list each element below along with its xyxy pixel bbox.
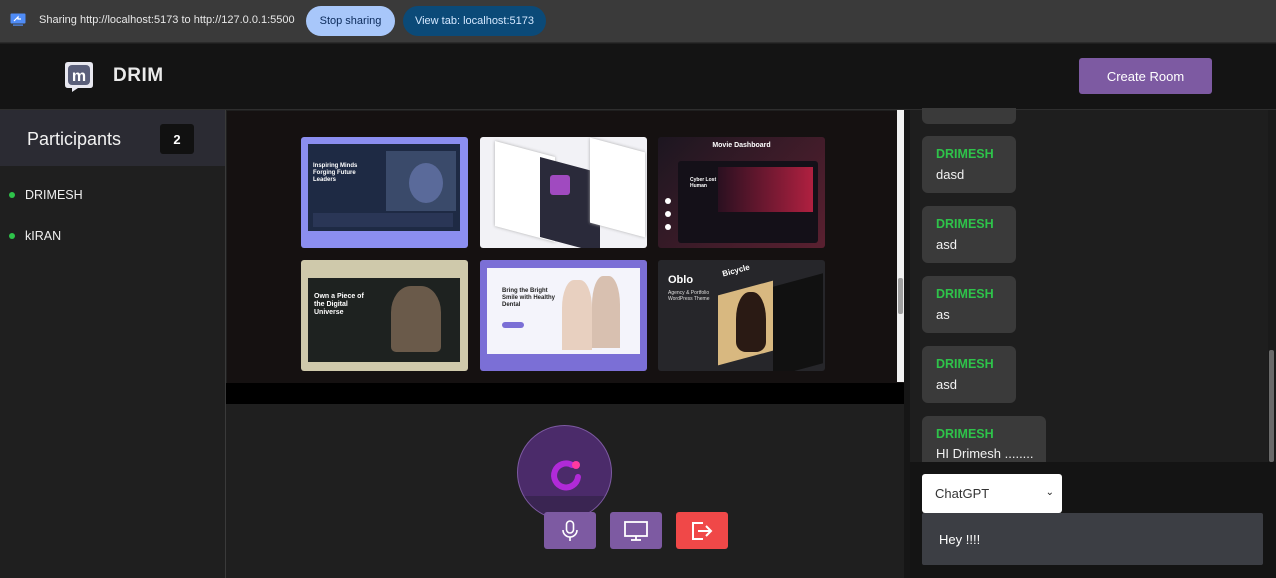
sharing-status-text: Sharing http://localhost:5173 to http://… xyxy=(39,14,295,26)
participant-item: DRIMESH xyxy=(9,188,83,202)
shared-thumbnail: Inspiring Minds Forging Future Leaders xyxy=(301,137,468,248)
chat-message: DRIMESH asd xyxy=(922,346,1016,403)
monitor-icon xyxy=(624,520,648,541)
message-author: DRIMESH xyxy=(936,427,994,441)
brand-name: DRIM xyxy=(113,65,164,86)
chat-scrollbar[interactable] xyxy=(1268,110,1276,462)
exit-icon xyxy=(692,521,713,540)
microphone-icon xyxy=(562,519,578,541)
message-text: asd xyxy=(936,377,957,392)
message-author: DRIMESH xyxy=(936,217,994,231)
leave-room-button[interactable] xyxy=(676,512,728,549)
thumb-headline: Bring the Bright Smile with Healthy Dent… xyxy=(502,288,556,308)
thumb-subtitle: Cyber Lost Human xyxy=(690,177,717,189)
participant-item: kIRAN xyxy=(9,229,61,243)
chat-input-value: Hey !!!! xyxy=(939,531,981,547)
chat-scrollbar-thumb[interactable] xyxy=(1269,350,1274,462)
user-avatar xyxy=(517,425,612,520)
microphone-button[interactable] xyxy=(544,512,596,549)
thumb-headline: Inspiring Minds Forging Future Leaders xyxy=(313,163,358,183)
message-author: DRIMESH xyxy=(936,357,994,371)
participants-title: Participants xyxy=(27,129,122,149)
message-text: asd xyxy=(936,237,957,252)
shared-thumbnail: Oblo Agency & Portfolio WordPress Theme … xyxy=(658,260,825,371)
shared-thumbnail: Bring the Bright Smile with Healthy Dent… xyxy=(480,260,647,371)
stop-sharing-button[interactable]: Stop sharing xyxy=(306,6,395,36)
chevron-down-icon: ⌄ xyxy=(1045,487,1054,498)
ai-model-select[interactable]: ChatGPT ⌄ xyxy=(922,474,1062,513)
view-tab-button[interactable]: View tab: localhost:5173 xyxy=(403,6,546,36)
chat-message-partial xyxy=(922,108,1016,124)
thumb-headline: Movie Dashboard xyxy=(712,142,771,149)
shared-thumbnail xyxy=(480,137,647,248)
chat-message-input[interactable]: Hey !!!! xyxy=(922,513,1263,565)
svg-text:m: m xyxy=(72,68,86,85)
thumb-extra: Bicycle xyxy=(721,262,751,279)
screen-share-icon xyxy=(10,13,26,26)
screen-scrollbar[interactable] xyxy=(897,110,904,382)
chat-message: DRIMESH asd xyxy=(922,206,1016,263)
shared-thumbnail: Movie Dashboard Cyber Lost Human xyxy=(658,137,825,248)
create-room-button[interactable]: Create Room xyxy=(1079,58,1212,94)
chat-message: DRIMESH HI Drimesh ........ xyxy=(922,416,1046,462)
app-logo-icon[interactable]: m xyxy=(62,59,96,93)
participants-count-badge: 2 xyxy=(160,124,194,154)
thumb-subtitle: Agency & Portfolio WordPress Theme xyxy=(668,290,710,302)
participant-name: DRIMESH xyxy=(25,188,83,202)
participants-header: Participants 2 xyxy=(0,110,225,166)
chat-message: DRIMESH dasd xyxy=(922,136,1016,193)
online-status-icon xyxy=(9,192,15,198)
app-header: m DRIM Create Room xyxy=(0,44,1276,110)
participant-name: kIRAN xyxy=(25,229,62,243)
ai-model-selected: ChatGPT xyxy=(935,486,990,501)
message-text: as xyxy=(936,307,950,322)
message-author: DRIMESH xyxy=(936,147,994,161)
screen-share-bar: Sharing http://localhost:5173 to http://… xyxy=(0,0,1276,43)
screen-scrollbar-thumb[interactable] xyxy=(898,278,903,314)
shared-screen-view: Inspiring Minds Forging Future Leaders M… xyxy=(227,111,903,383)
message-author: DRIMESH xyxy=(936,287,994,301)
participants-sidebar: Participants 2 DRIMESH kIRAN xyxy=(0,110,226,578)
message-text: dasd xyxy=(936,167,965,182)
thumb-headline: Oblo xyxy=(668,274,694,286)
message-text: HI Drimesh ........ xyxy=(936,446,1034,461)
loading-spinner-icon xyxy=(551,460,581,491)
shared-thumbnail: Own a Piece of the Digital Universe xyxy=(301,260,468,371)
online-status-icon xyxy=(9,233,15,239)
screen-bottom-bar xyxy=(226,383,904,404)
chat-message: DRIMESH as xyxy=(922,276,1016,333)
thumb-headline: Own a Piece of the Digital Universe xyxy=(314,293,364,316)
share-screen-button[interactable] xyxy=(610,512,662,549)
